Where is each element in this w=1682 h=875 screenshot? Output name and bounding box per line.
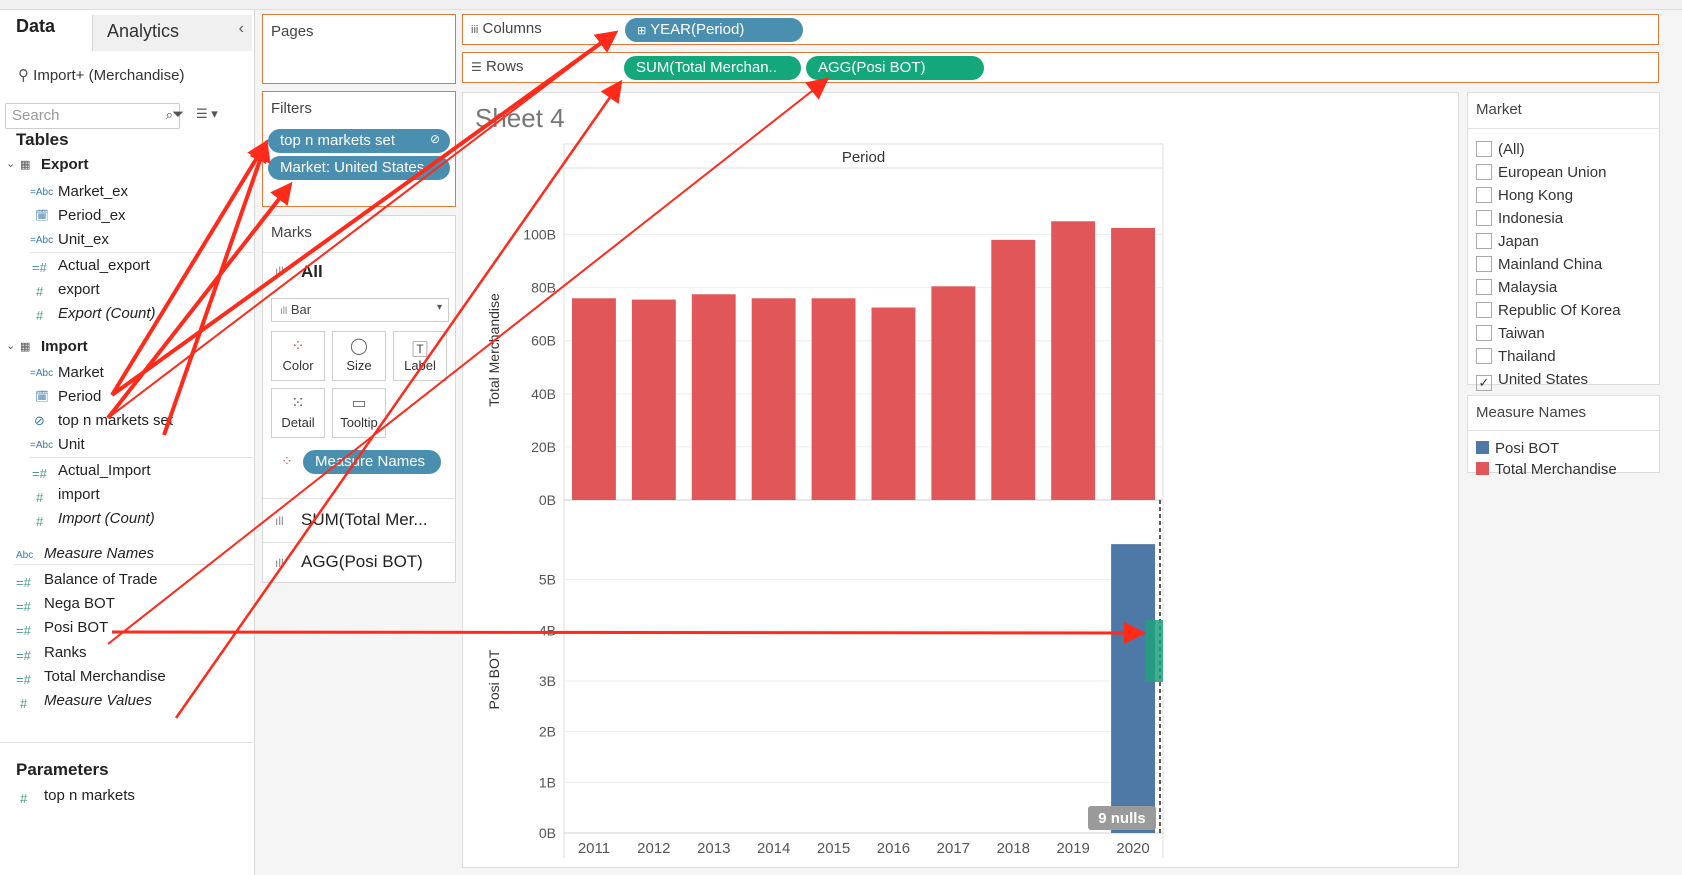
column-header: Period <box>842 149 885 166</box>
x-tick-label: 2017 <box>937 840 970 857</box>
measure-legend-label: Posi BOT <box>1495 440 1560 457</box>
checkbox-icon[interactable] <box>1476 325 1492 341</box>
y-tick-label: 4B <box>539 622 556 638</box>
bar <box>1111 544 1155 833</box>
checkbox-icon[interactable] <box>1476 302 1492 318</box>
market-filter-label: Hong Kong <box>1498 187 1574 204</box>
y-tick-label: 40B <box>531 386 556 402</box>
measure-legend-item[interactable]: Posi BOT <box>1476 440 1559 457</box>
x-tick-label: 2016 <box>877 840 910 857</box>
market-filter-item[interactable]: ✓ United States <box>1476 371 1588 391</box>
chart-svg: Period 0B 20B 40B 60B 80B 100B Total Merchandis… <box>486 143 1164 858</box>
y-tick-label: 0B <box>539 825 556 841</box>
market-filter-item[interactable]: European Union <box>1476 164 1606 181</box>
market-filter-label: Mainland China <box>1498 256 1603 273</box>
checkbox-icon[interactable] <box>1476 141 1492 157</box>
measure-legend-item[interactable]: Total Merchandise <box>1476 461 1617 478</box>
x-tick-label: 2012 <box>637 840 670 857</box>
y-tick-label: 100B <box>523 227 556 243</box>
checkbox-icon[interactable] <box>1476 187 1492 203</box>
measure-names-legend: Measure Names Posi BOT Total Merchandise <box>1467 395 1660 478</box>
x-tick-label: 2013 <box>697 840 730 857</box>
legend-swatch <box>1476 441 1489 454</box>
divider <box>1468 128 1659 129</box>
market-filter-item[interactable]: Taiwan <box>1476 325 1545 342</box>
bar <box>991 239 1036 500</box>
x-tick-label: 2018 <box>997 840 1030 857</box>
x-tick-label: 2011 <box>578 840 610 857</box>
checkbox-icon[interactable] <box>1476 348 1492 364</box>
selection-highlight <box>1145 620 1163 682</box>
market-filter-label: Thailand <box>1498 348 1556 365</box>
y-tick-label: 20B <box>531 439 556 455</box>
market-filter-item[interactable]: Japan <box>1476 233 1539 250</box>
checkbox-icon[interactable] <box>1476 256 1492 272</box>
market-filter-item[interactable]: Indonesia <box>1476 210 1563 227</box>
y-tick-label: 3B <box>539 673 556 689</box>
y-tick-label: 5B <box>539 572 556 588</box>
market-filter-item[interactable]: Hong Kong <box>1476 187 1573 204</box>
market-filter-label: Malaysia <box>1498 279 1558 296</box>
measure-legend-title: Measure Names <box>1476 404 1587 421</box>
y-tick-label: 80B <box>531 280 556 296</box>
checkbox-checked-icon[interactable]: ✓ <box>1476 375 1492 391</box>
market-filter-label: Indonesia <box>1498 210 1564 227</box>
y-tick-label: 0B <box>539 492 556 508</box>
x-tick-label: 2014 <box>757 840 790 857</box>
market-filter-item[interactable]: Thailand <box>1476 348 1556 365</box>
measure-legend-label: Total Merchandise <box>1495 461 1617 478</box>
checkbox-icon[interactable] <box>1476 210 1492 226</box>
bar <box>811 298 856 500</box>
checkbox-icon[interactable] <box>1476 233 1492 249</box>
checkbox-icon[interactable] <box>1476 279 1492 295</box>
y-axis-title: Total Merchandise <box>486 293 502 407</box>
divider <box>1468 430 1659 431</box>
y-axis-title: Posi BOT <box>486 649 502 709</box>
market-filter-item[interactable]: (All) <box>1476 141 1525 158</box>
legend-swatch <box>1476 462 1489 475</box>
x-tick-label: 2015 <box>817 840 850 857</box>
market-filter-item[interactable]: Malaysia <box>1476 279 1557 296</box>
nulls-badge-label: 9 nulls <box>1098 810 1146 827</box>
bar <box>871 307 916 500</box>
market-filter-label: (All) <box>1498 141 1525 158</box>
market-filter-label: Taiwan <box>1498 325 1545 342</box>
bar <box>572 298 616 500</box>
market-filter-label: European Union <box>1498 164 1607 181</box>
bar <box>931 286 976 500</box>
y-tick-label: 2B <box>539 724 556 740</box>
y-tick-label: 60B <box>531 333 556 349</box>
x-tick-label: 2020 <box>1116 840 1149 857</box>
market-filter-title: Market <box>1476 101 1522 118</box>
bar <box>751 298 796 500</box>
market-filter-item[interactable]: Mainland China <box>1476 256 1602 273</box>
market-filter-card: Market (All) European Union Hong Kong Indon… <box>1467 92 1660 391</box>
bar <box>1051 221 1096 501</box>
bar <box>631 299 676 500</box>
bar <box>1111 227 1155 500</box>
market-filter-item[interactable]: Republic Of Korea <box>1476 302 1621 319</box>
y-tick-label: 1B <box>539 774 556 790</box>
bar <box>691 294 736 500</box>
market-filter-label: Republic Of Korea <box>1498 302 1621 319</box>
checkbox-icon[interactable] <box>1476 164 1492 180</box>
x-tick-label: 2019 <box>1056 840 1089 857</box>
market-filter-label: United States <box>1498 371 1589 388</box>
market-filter-label: Japan <box>1498 233 1539 250</box>
